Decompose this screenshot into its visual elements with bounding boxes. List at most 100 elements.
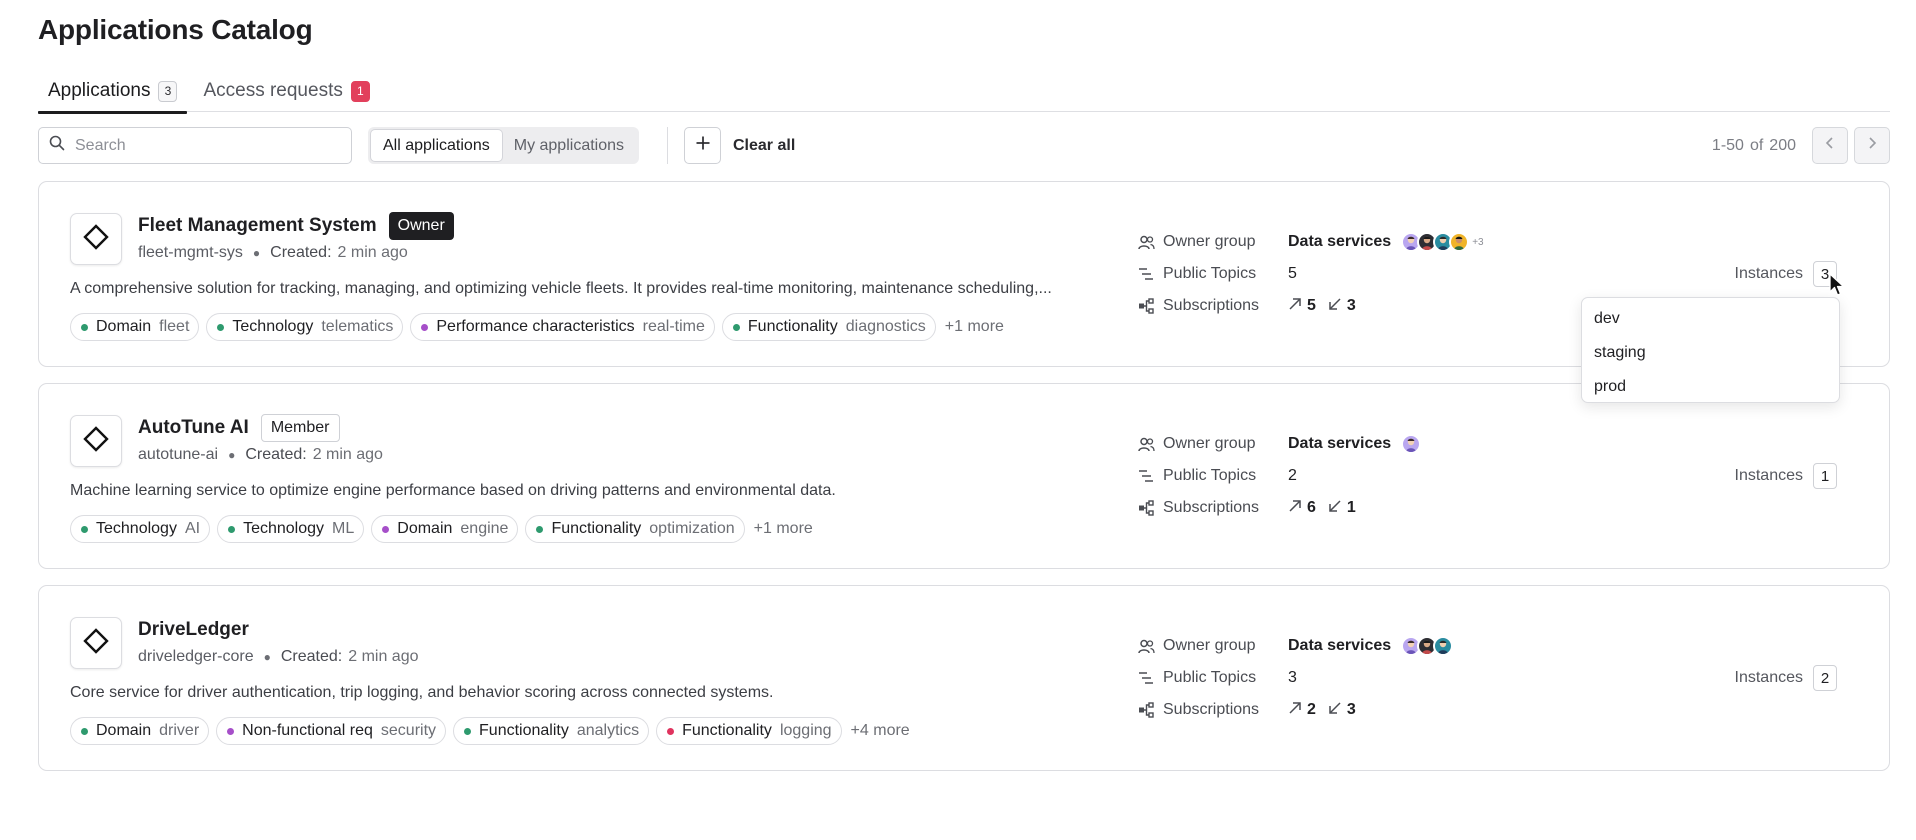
- app-logo: [70, 213, 122, 265]
- tag-dot: [732, 323, 740, 331]
- public-topics-label: Public Topics: [1163, 265, 1257, 282]
- owner-group-value: Data services: [1288, 637, 1392, 654]
- tab-applications[interactable]: Applications 3: [38, 70, 188, 114]
- app-name[interactable]: AutoTune AI: [138, 417, 249, 439]
- previous-page-button[interactable]: [1812, 127, 1848, 164]
- app-name[interactable]: Fleet Management System: [138, 215, 377, 237]
- instance-option-staging[interactable]: staging: [1582, 336, 1839, 370]
- topics-icon: [1137, 467, 1155, 485]
- tag-value: security: [380, 722, 437, 739]
- app-name[interactable]: DriveLedger: [138, 619, 249, 641]
- app-title-row: AutoTune AI Member: [138, 414, 340, 442]
- tag-value: logging: [779, 722, 832, 739]
- instances-count-button[interactable]: 1: [1813, 463, 1837, 489]
- tag-dot: [464, 727, 472, 735]
- owner-group-row: Owner group Data services: [1137, 633, 1454, 659]
- avatar: [1401, 434, 1422, 454]
- app-meta: autotune-ai ● Created: 2 min ago: [138, 442, 383, 468]
- avatar-stack[interactable]: [1401, 434, 1422, 454]
- tag-chip: Technology telematics: [206, 313, 404, 341]
- subscriptions-icon: [1137, 297, 1155, 315]
- search-icon: [49, 135, 65, 156]
- tab-label: Access requests: [203, 80, 343, 101]
- tag-key: Technology: [243, 520, 325, 537]
- created-label: Created:: [280, 648, 343, 665]
- users-icon: [1137, 233, 1155, 251]
- instances-control: Instances 1: [1735, 463, 1837, 489]
- instances-label: Instances: [1734, 467, 1803, 484]
- tag-dot: [382, 525, 390, 533]
- tag-value: diagnostics: [845, 318, 926, 335]
- tag-list: Domain driver Non-functional req security …: [70, 717, 910, 745]
- more-tags-link[interactable]: +1 more: [945, 318, 1004, 336]
- tag-value: telematics: [321, 318, 394, 335]
- tag-list: Technology AI Technology ML Domain engine F…: [70, 515, 813, 543]
- tag-dot: [228, 525, 236, 533]
- subscriptions-icon: [1137, 499, 1155, 517]
- tag-key: Non-functional req: [242, 722, 373, 739]
- topics-icon: [1137, 265, 1155, 283]
- public-topics-row: Public Topics 3: [1137, 665, 1297, 691]
- owner-group-label: Owner group: [1163, 435, 1256, 452]
- divider: [667, 127, 668, 164]
- search-box[interactable]: [38, 127, 352, 164]
- page-range: 1-50: [1711, 136, 1744, 154]
- all-applications-button[interactable]: All applications: [371, 130, 502, 161]
- tag-chip: Domain driver: [70, 717, 210, 745]
- tag-chip: Functionality analytics: [453, 717, 650, 745]
- separator-dot: ●: [263, 650, 271, 664]
- tab-bar: Applications 3 Access requests 1: [38, 70, 1890, 114]
- app-title-row: DriveLedger: [138, 616, 249, 644]
- tag-value: analytics: [576, 722, 640, 739]
- instance-option-prod[interactable]: prod: [1582, 370, 1839, 404]
- tag-dot: [81, 525, 88, 533]
- tag-list: Domain fleet Technology telematics Perform…: [70, 313, 1004, 341]
- separator-dot: ●: [252, 246, 261, 260]
- add-filter-button[interactable]: [684, 127, 721, 164]
- tag-dot: [227, 727, 235, 735]
- instances-count-button[interactable]: 2: [1813, 665, 1837, 691]
- next-page-button[interactable]: [1854, 127, 1890, 164]
- clear-all-button[interactable]: Clear all: [733, 127, 795, 164]
- app-logo: [70, 617, 122, 669]
- tag-value: ML: [332, 520, 355, 537]
- tag-dot: [81, 727, 88, 735]
- tag-key: Domain: [397, 520, 453, 537]
- application-card[interactable]: AutoTune AI Member autotune-ai ● Created…: [38, 383, 1890, 569]
- created-label: Created:: [270, 244, 332, 261]
- app-meta: fleet-mgmt-sys ● Created: 2 min ago: [138, 240, 408, 266]
- application-card[interactable]: DriveLedger driveledger-core ● Created: …: [38, 585, 1890, 771]
- tag-key: Functionality: [747, 318, 838, 335]
- tag-value: driver: [159, 722, 200, 739]
- instances-label: Instances: [1734, 669, 1803, 686]
- my-applications-button[interactable]: My applications: [502, 130, 636, 161]
- diamond-icon: [83, 627, 109, 659]
- owner-group-row: Owner group Data services: [1137, 431, 1422, 457]
- avatar: [1449, 232, 1470, 252]
- outgoing-count: 2: [1307, 701, 1316, 718]
- more-tags-link[interactable]: +4 more: [851, 722, 910, 740]
- arrow-down-left-icon: [1328, 499, 1342, 518]
- owner-group-label: Owner group: [1163, 233, 1256, 250]
- chevron-left-icon: [1825, 136, 1835, 155]
- tab-label: Applications: [48, 80, 151, 101]
- mouse-pointer-icon: [1829, 273, 1845, 297]
- avatar-stack[interactable]: +3: [1401, 232, 1484, 252]
- app-description: Machine learning service to optimize eng…: [70, 482, 836, 499]
- tag-chip: Functionality diagnostics: [721, 313, 936, 341]
- chevron-right-icon: [1867, 136, 1877, 155]
- tab-access-requests[interactable]: Access requests 1: [193, 70, 379, 112]
- incoming-count: 3: [1346, 701, 1356, 718]
- avatar-stack[interactable]: [1401, 636, 1454, 656]
- incoming-count: 3: [1346, 297, 1356, 314]
- app-description: A comprehensive solution for tracking, m…: [70, 280, 1052, 297]
- more-tags-link[interactable]: +1 more: [754, 520, 813, 538]
- instance-option-dev[interactable]: dev: [1582, 302, 1839, 336]
- tag-value: AI: [184, 520, 201, 537]
- tag-value: real-time: [642, 318, 705, 335]
- tag-dot: [536, 525, 544, 533]
- page-of: of: [1749, 136, 1764, 154]
- subscriptions-row: Subscriptions 2 3: [1137, 697, 1368, 723]
- tag-value: fleet: [159, 318, 190, 335]
- search-input[interactable]: [75, 136, 325, 155]
